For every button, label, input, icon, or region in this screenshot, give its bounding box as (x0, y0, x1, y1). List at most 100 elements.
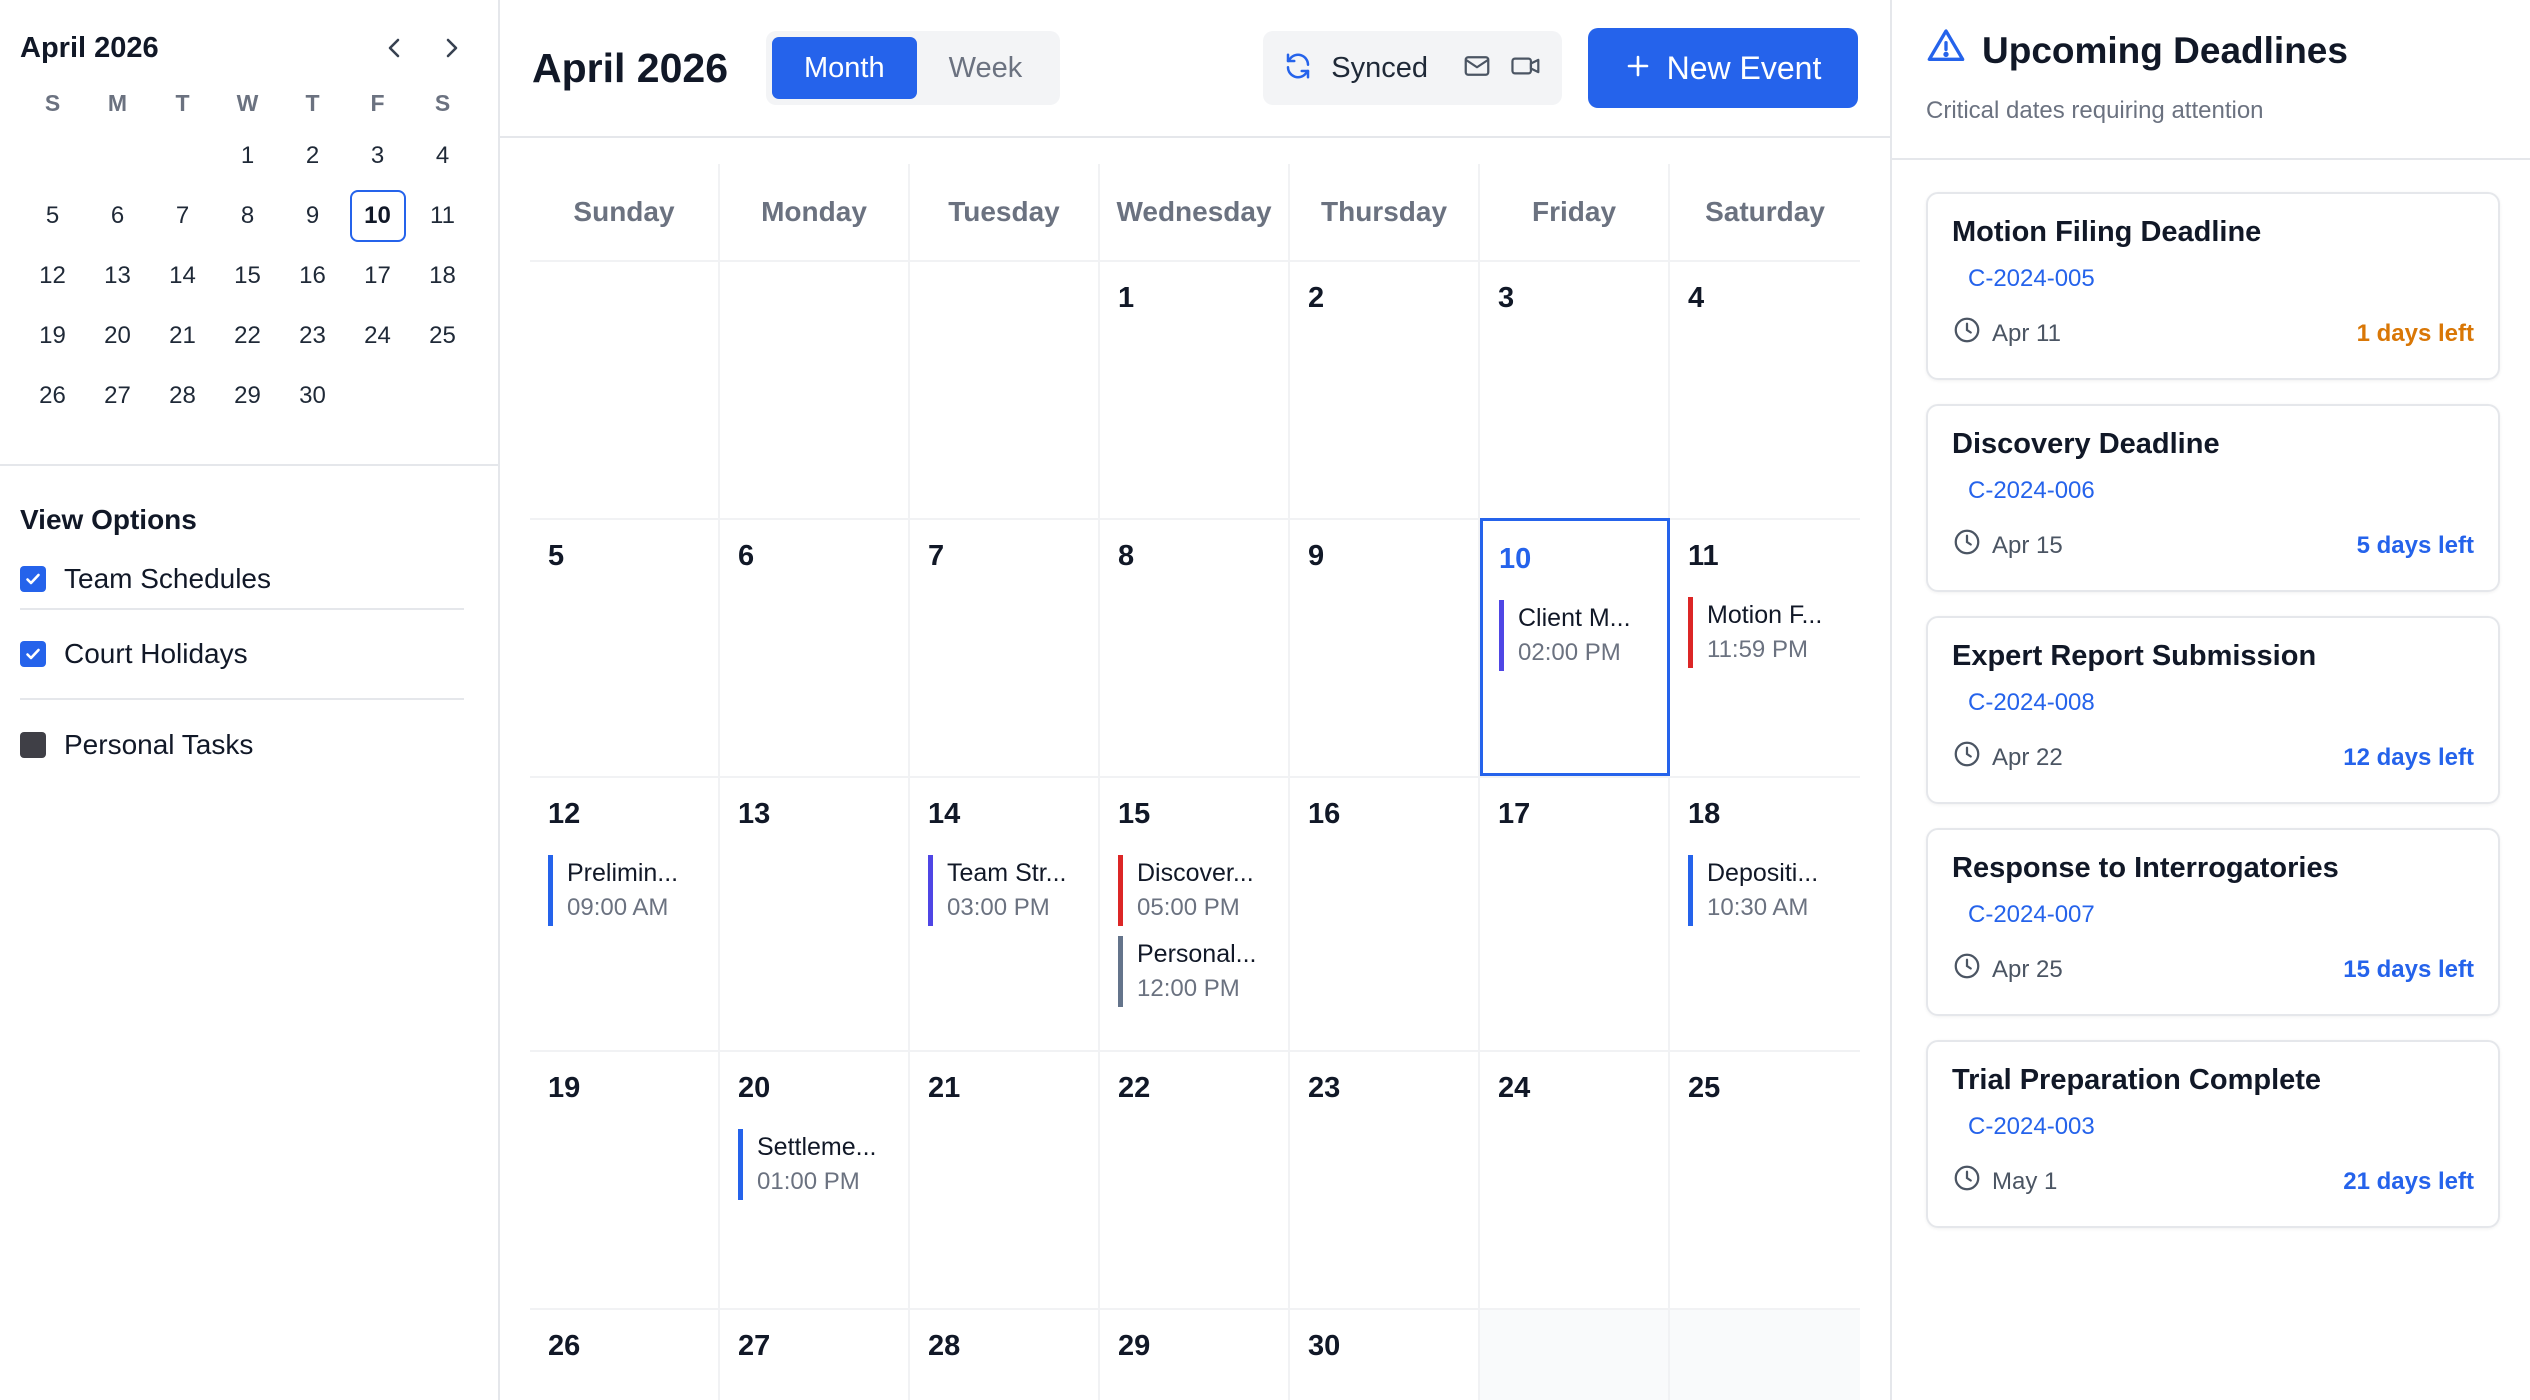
day-cell[interactable]: 20 Settleme... 01:00 PM (720, 1050, 910, 1308)
new-event-button[interactable]: New Event (1588, 28, 1858, 108)
view-option[interactable]: Court Holidays (20, 610, 464, 700)
day-cell[interactable]: 11 Motion F... 11:59 PM (1670, 518, 1860, 776)
day-cell[interactable]: 18 Depositi... 10:30 AM (1670, 776, 1860, 1050)
mini-day[interactable]: 18 (410, 246, 475, 306)
chevron-left-icon[interactable] (378, 31, 412, 65)
checkbox-checked[interactable] (20, 641, 46, 667)
mini-day[interactable]: 13 (85, 246, 150, 306)
mini-day[interactable]: 15 (215, 246, 280, 306)
day-cell[interactable]: 26 (530, 1308, 720, 1400)
day-number: 8 (1118, 540, 1135, 572)
event-chip[interactable]: Depositi... 10:30 AM (1688, 855, 1860, 926)
deadline-card[interactable]: Response to Interrogatories C-2024-007 Apr… (1926, 828, 2500, 1016)
day-cell[interactable]: 23 (1290, 1050, 1480, 1308)
checkbox-checked[interactable] (20, 566, 46, 592)
day-cell[interactable]: 15 Discover... 05:00 PM Personal... 12:00 PM (1100, 776, 1290, 1050)
mini-day[interactable]: 12 (20, 246, 85, 306)
day-cell[interactable]: 22 (1100, 1050, 1290, 1308)
day-cell[interactable]: 14 Team Str... 03:00 PM (910, 776, 1100, 1050)
day-cell-empty[interactable] (1670, 1308, 1860, 1400)
event-chip[interactable]: Settleme... 01:00 PM (738, 1129, 908, 1200)
mini-day[interactable]: 22 (215, 306, 280, 366)
mini-day-today[interactable]: 10 (345, 186, 410, 246)
deadline-card[interactable]: Discovery Deadline C-2024-006 Apr 15 5 days… (1926, 404, 2500, 592)
day-cell[interactable]: 6 (720, 518, 910, 776)
mini-day[interactable]: 14 (150, 246, 215, 306)
case-number-link[interactable]: C-2024-008 (1968, 689, 2474, 717)
tab-week[interactable]: Week (917, 37, 1055, 99)
mini-day[interactable]: 7 (150, 186, 215, 246)
mini-day[interactable]: 1 (215, 126, 280, 186)
day-cell[interactable]: 8 (1100, 518, 1290, 776)
mini-day[interactable]: 24 (345, 306, 410, 366)
day-cell-today[interactable]: 10 Client M... 02:00 PM (1480, 518, 1670, 776)
mini-day[interactable]: 3 (345, 126, 410, 186)
event-chip[interactable]: Client M... 02:00 PM (1499, 600, 1667, 671)
event-chip[interactable]: Discover... 05:00 PM (1118, 855, 1288, 926)
case-number-link[interactable]: C-2024-005 (1968, 265, 2474, 293)
mini-day[interactable]: 8 (215, 186, 280, 246)
day-cell[interactable]: 29 (1100, 1308, 1290, 1400)
mini-day[interactable]: 2 (280, 126, 345, 186)
mini-day[interactable]: 5 (20, 186, 85, 246)
mini-day[interactable]: 25 (410, 306, 475, 366)
checkbox-unchecked[interactable] (20, 732, 46, 758)
day-cell[interactable]: 16 (1290, 776, 1480, 1050)
mini-day[interactable]: 23 (280, 306, 345, 366)
deadline-card[interactable]: Expert Report Submission C-2024-008 Apr 22… (1926, 616, 2500, 804)
chevron-right-icon[interactable] (434, 31, 468, 65)
refresh-icon[interactable] (1283, 51, 1313, 86)
mini-day[interactable]: 16 (280, 246, 345, 306)
day-cell[interactable]: 25 (1670, 1050, 1860, 1308)
day-cell[interactable]: 13 (720, 776, 910, 1050)
view-option[interactable]: Personal Tasks (20, 700, 464, 790)
mini-day[interactable]: 17 (345, 246, 410, 306)
day-cell-empty[interactable] (720, 260, 910, 518)
case-number-link[interactable]: C-2024-006 (1968, 477, 2474, 505)
day-cell[interactable]: 2 (1290, 260, 1480, 518)
day-cell[interactable]: 27 (720, 1308, 910, 1400)
day-cell[interactable]: 12 Prelimin... 09:00 AM (530, 776, 720, 1050)
case-number-link[interactable]: C-2024-007 (1968, 901, 2474, 929)
mail-icon[interactable] (1462, 51, 1492, 86)
day-cell-empty[interactable] (1480, 1308, 1670, 1400)
mini-day[interactable]: 30 (280, 366, 345, 426)
view-option[interactable]: Team Schedules (20, 550, 464, 610)
event-chip[interactable]: Team Str... 03:00 PM (928, 855, 1098, 926)
case-number-link[interactable]: C-2024-003 (1968, 1113, 2474, 1141)
day-cell[interactable]: 3 (1480, 260, 1670, 518)
day-cell-empty[interactable] (530, 260, 720, 518)
tab-month[interactable]: Month (772, 37, 917, 99)
mini-day[interactable]: 20 (85, 306, 150, 366)
deadline-card[interactable]: Motion Filing Deadline C-2024-005 Apr 11 1 … (1926, 192, 2500, 380)
day-cell[interactable]: 5 (530, 518, 720, 776)
day-cell[interactable]: 4 (1670, 260, 1860, 518)
mini-day[interactable]: 9 (280, 186, 345, 246)
event-chip[interactable]: Personal... 12:00 PM (1118, 936, 1288, 1007)
day-cell[interactable]: 9 (1290, 518, 1480, 776)
video-icon[interactable] (1510, 51, 1542, 86)
day-cell[interactable]: 21 (910, 1050, 1100, 1308)
mini-day[interactable]: 26 (20, 366, 85, 426)
day-cell-empty[interactable] (910, 260, 1100, 518)
deadline-card[interactable]: Trial Preparation Complete C-2024-003 May … (1926, 1040, 2500, 1228)
mini-day[interactable]: 4 (410, 126, 475, 186)
mini-day[interactable]: 29 (215, 366, 280, 426)
event-chip[interactable]: Motion F... 11:59 PM (1688, 597, 1860, 668)
view-option-label: Court Holidays (64, 638, 248, 669)
mini-day[interactable]: 6 (85, 186, 150, 246)
day-cell[interactable]: 19 (530, 1050, 720, 1308)
day-cell[interactable]: 1 (1100, 260, 1290, 518)
mini-day[interactable]: 27 (85, 366, 150, 426)
day-cell[interactable]: 28 (910, 1308, 1100, 1400)
mini-day[interactable]: 28 (150, 366, 215, 426)
event-chip[interactable]: Prelimin... 09:00 AM (548, 855, 718, 926)
day-cell[interactable]: 30 (1290, 1308, 1480, 1400)
mini-calendar-grid: S M T W T F S 1 2 3 4 5 6 7 8 9 10 11 12 13 14 15 16 17 18 19 20 21… (20, 80, 478, 426)
mini-day[interactable]: 11 (410, 186, 475, 246)
mini-day[interactable]: 19 (20, 306, 85, 366)
day-cell[interactable]: 7 (910, 518, 1100, 776)
day-cell[interactable]: 24 (1480, 1050, 1670, 1308)
day-cell[interactable]: 17 (1480, 776, 1670, 1050)
mini-day[interactable]: 21 (150, 306, 215, 366)
